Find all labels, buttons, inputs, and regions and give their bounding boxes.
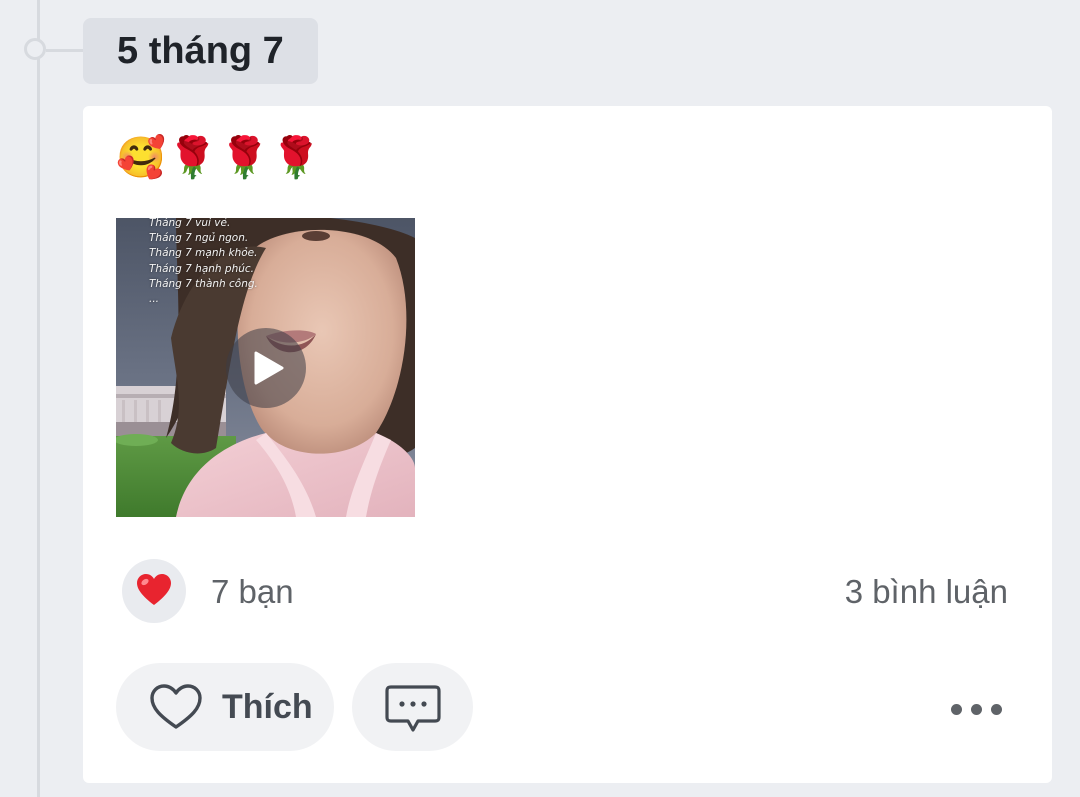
overlay-line: Tháng 7 hạnh phúc. [149,262,254,275]
overlay-line: ... [149,293,160,306]
play-icon [254,351,284,385]
post-text: 🥰🌹🌹🌹 [116,135,324,181]
timeline-node [24,38,46,60]
comment-icon [385,685,441,732]
video-thumbnail[interactable]: Tháng 7 vui vẻ. Tháng 7 ngủ ngon. Tháng … [116,218,415,517]
post-card: 🥰🌹🌹🌹 Tháng 7 vui vẻ. Tháng 7 ngủ ngon. T… [83,106,1052,783]
like-label: Thích [222,688,313,726]
like-button[interactable]: Thích [116,663,334,751]
overlay-line: Tháng 7 mạnh khỏe. [149,247,258,260]
date-header: 5 tháng 7 [83,18,318,84]
play-button[interactable] [226,328,306,408]
overlay-line: Tháng 7 thành công. [149,277,258,290]
comment-button[interactable] [352,663,473,751]
timeline-connector [46,49,84,52]
overlay-line: Tháng 7 ngủ ngon. [149,232,249,245]
video-caption-overlay: Tháng 7 vui vẻ. Tháng 7 ngủ ngon. Tháng … [149,218,258,307]
more-dot-icon [991,704,1002,715]
more-dot-icon [951,704,962,715]
reactions-count[interactable]: 7 bạn [211,572,294,612]
timeline-line [37,0,40,797]
more-dot-icon [971,704,982,715]
reaction-badge[interactable] [122,559,186,623]
more-options-button[interactable] [941,688,1002,728]
date-label: 5 tháng 7 [117,29,284,72]
heart-outline-icon [150,684,202,729]
overlay-line: Tháng 7 vui vẻ. [149,218,231,229]
heart-icon [137,574,171,605]
comments-count[interactable]: 3 bình luận [845,572,1008,612]
